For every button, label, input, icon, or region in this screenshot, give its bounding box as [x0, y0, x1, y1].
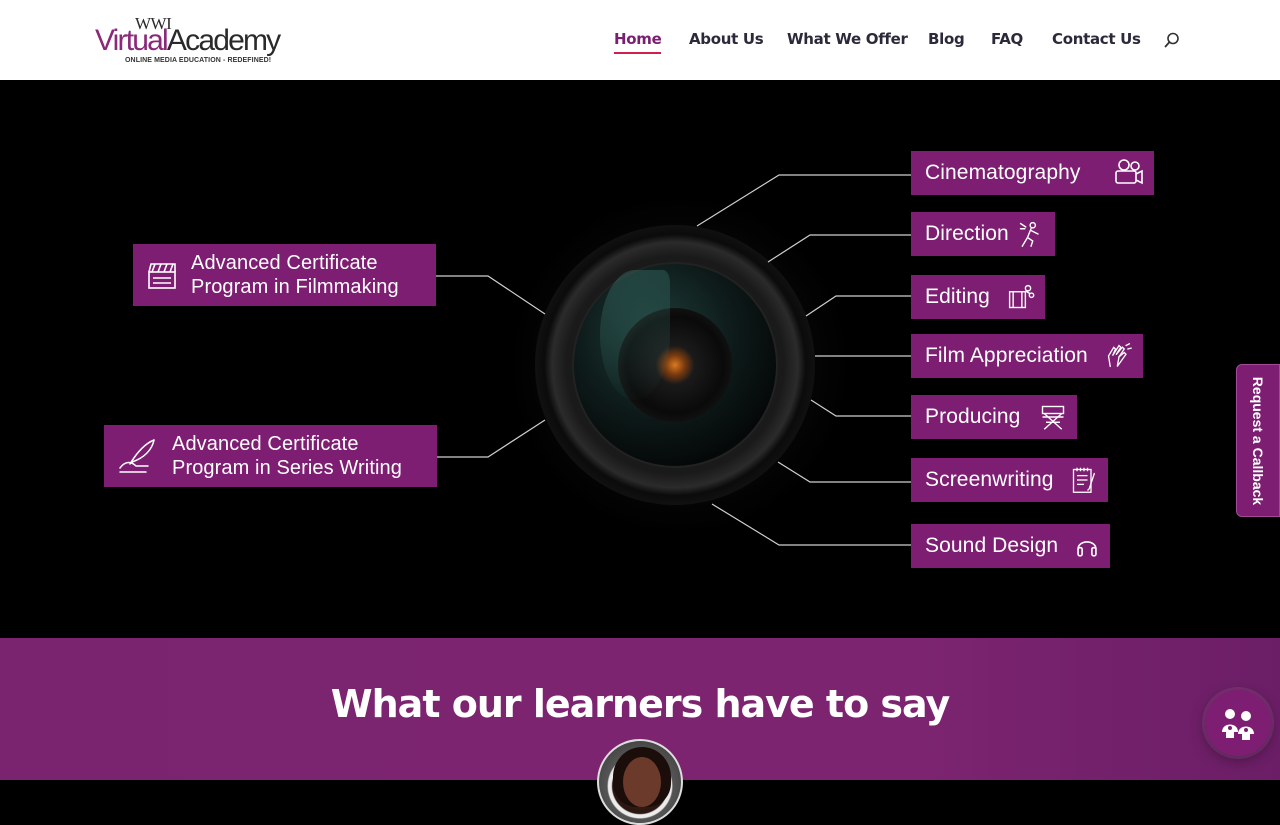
search-icon[interactable] — [1164, 32, 1180, 48]
course-producing-label: Producing — [925, 405, 1021, 428]
program-series-writing-label: Advanced Certificate Program in Series Wr… — [172, 433, 402, 479]
nav-what-we-offer[interactable]: What We Offer — [787, 30, 908, 48]
nav-blog[interactable]: Blog — [928, 30, 965, 48]
nav-contact-us[interactable]: Contact Us — [1052, 30, 1141, 48]
site-header: WWI VirtualAcademy ONLINE MEDIA EDUCATIO… — [0, 0, 1280, 80]
film-edit-icon — [1008, 284, 1035, 309]
logo-tagline: ONLINE MEDIA EDUCATION - REDEFINED! — [125, 57, 272, 64]
movie-camera-icon — [1115, 159, 1143, 185]
logo-brand: VirtualAcademy — [95, 24, 281, 57]
testimonials-section: What our learners have to say — [0, 638, 1280, 825]
course-direction[interactable]: Direction — [911, 212, 1055, 256]
program-series-writing[interactable]: Advanced Certificate Program in Series Wr… — [104, 425, 437, 487]
course-sound-design[interactable]: Sound Design — [911, 524, 1110, 568]
director-megaphone-icon — [1019, 221, 1039, 247]
course-editing[interactable]: Editing — [911, 275, 1045, 319]
director-chair-icon — [1041, 405, 1065, 430]
course-screenwriting[interactable]: Screenwriting — [911, 458, 1108, 502]
chat-widget-button[interactable] — [1205, 690, 1271, 756]
logo[interactable]: WWI VirtualAcademy ONLINE MEDIA EDUCATIO… — [95, 14, 281, 68]
quill-hand-icon — [119, 439, 155, 473]
nav-home[interactable]: Home — [614, 30, 662, 54]
learner-avatar — [597, 739, 683, 825]
course-screenwriting-label: Screenwriting — [925, 468, 1054, 491]
people-chat-icon — [1222, 709, 1254, 740]
course-film-appreciation[interactable]: Film Appreciation — [911, 334, 1143, 378]
headphones-icon — [1077, 541, 1097, 557]
course-direction-label: Direction — [925, 222, 1009, 245]
course-editing-label: Editing — [925, 285, 990, 308]
clapperboard-icon — [148, 263, 176, 289]
program-filmmaking[interactable]: Advanced Certificate Program in Filmmakin… — [133, 244, 436, 306]
nav-about-us[interactable]: About Us — [689, 30, 764, 48]
course-sound-design-label: Sound Design — [925, 534, 1059, 557]
program-filmmaking-label: Advanced Certificate Program in Filmmakin… — [191, 252, 399, 298]
request-callback-label: Request a Callback — [1250, 376, 1266, 505]
course-film-appreciation-label: Film Appreciation — [925, 344, 1088, 367]
clapping-hands-icon — [1107, 343, 1132, 368]
script-icon — [1072, 467, 1096, 493]
testimonials-heading: What our learners have to say — [330, 682, 951, 726]
course-cinematography[interactable]: Cinematography — [911, 151, 1154, 195]
course-producing[interactable]: Producing — [911, 395, 1077, 439]
course-cinematography-label: Cinematography — [925, 161, 1081, 184]
request-callback-tab[interactable]: Request a Callback — [1236, 364, 1280, 517]
nav-faq[interactable]: FAQ — [991, 30, 1023, 48]
